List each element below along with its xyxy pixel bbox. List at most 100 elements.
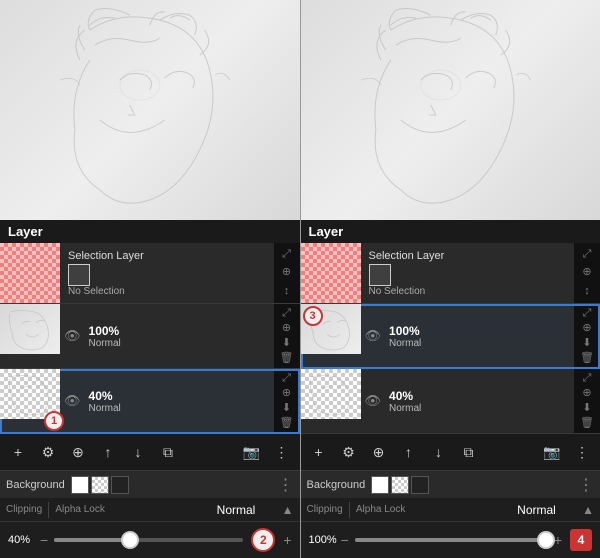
left-slider-fill [54,538,130,542]
badge-2-circle: 2 [251,528,275,552]
left-layer2-info: 100% Normal [85,304,274,368]
left-bg-row: Background ⋮ [0,470,300,498]
right-sel-right-icons: ⤢ ⊕ ↕ [574,243,600,303]
eye-icon-layer1: 👁 [64,393,81,409]
right-blend-arrow[interactable]: ▲ [582,503,594,517]
right-flip-icon: ↕ [584,284,590,299]
more-bg-icon[interactable]: ⋮ [278,475,294,495]
right-canvas [301,0,600,220]
trash1-icon: 🗑 [280,416,294,431]
right-selection-sub: No Selection [369,286,567,297]
left-layer-title: Layer [8,224,43,239]
right-transform1-icon: ⊕ [582,386,591,401]
right-alpha-label[interactable]: Alpha Lock [356,504,406,515]
right-layer-title: Layer [309,224,344,239]
minus-btn-right[interactable]: − [341,532,349,548]
right-layer-header: Layer [301,220,600,243]
move-icon: ⤢ [282,247,291,262]
selection-box [68,264,90,286]
minus-btn-left[interactable]: − [40,532,48,548]
right-trash1-icon: 🗑 [580,416,594,431]
right-down2-icon: ⬇ [582,336,591,351]
left-layer2[interactable]: 👁 100% Normal ⤢ ⊕ ⬇ 🗑 [0,304,300,369]
right-move-icon: ⤢ [583,247,592,262]
left-clipping-label[interactable]: Clipping [6,504,42,515]
left-blend-arrow[interactable]: ▲ [282,503,294,517]
badge-4-square: 4 [570,529,592,551]
bg-black [111,476,129,494]
left-selection-layer[interactable]: Selection Layer No Selection ⤢ ⊕ ↕ [0,243,300,304]
trash2-icon: 🗑 [280,351,294,366]
right-layer1-opacity: 40% [389,389,570,403]
right-layer-list: Selection Layer No Selection ⤢ ⊕ ↕ 3 [301,243,600,434]
right-layer2-opacity: 100% [389,324,570,338]
left-opacity-slider[interactable] [54,538,243,542]
right-merge-btn[interactable]: ⊕ [365,438,393,466]
bg-transparent [91,476,109,494]
badge-1: 1 [44,411,64,431]
left-bg-thumbs [71,476,129,494]
right-layer1-eye[interactable]: 👁 [361,369,386,433]
left-layer1[interactable]: 1 👁 40% Normal ⤢ ⊕ ⬇ 🗑 [0,369,300,434]
left-selection-sub: No Selection [68,286,266,297]
right-selection-thumb [301,243,361,303]
left-sel-right-icons: ⤢ ⊕ ↕ [274,243,300,303]
right-opacity-slider[interactable] [355,538,546,542]
move-up-btn[interactable]: ↑ [94,438,122,466]
right-move-down-btn[interactable]: ↓ [425,438,453,466]
right-transform2-icon: ⊕ [582,321,591,336]
left-layer-toolbar: + ⚙ ⊕ ↑ ↓ ⧉ 📷 ⋮ [0,434,300,470]
right-clipping-label[interactable]: Clipping [307,504,343,515]
right-add-layer-btn[interactable]: + [305,438,333,466]
left-canvas [0,0,300,220]
merge-btn[interactable]: ⊕ [64,438,92,466]
selection-thumb [0,243,60,303]
right-selection-layer[interactable]: Selection Layer No Selection ⤢ ⊕ ↕ [301,243,600,304]
left-bg-label: Background [6,479,65,491]
right-layer2-eye[interactable]: 👁 [361,304,386,368]
bg-white [71,476,89,494]
left-layer1-blend: Normal [89,403,270,414]
left-layer-panel: Layer Selection Layer No Selection ⤢ ⊕ ↕ [0,220,300,498]
right-bottom-bar: Clipping Alpha Lock Normal ▲ 100% − + 4 [301,498,600,558]
right-panel: Layer Selection Layer No Selection ⤢ ⊕ ↕ [301,0,600,558]
right-layer2[interactable]: 3 👁 100% Normal [301,304,600,369]
right-opacity-pct: 100% [309,534,337,546]
photo-btn[interactable]: 📷 [238,438,266,466]
right-settings-btn[interactable]: ⚙ [335,438,363,466]
right-bottom-top: Clipping Alpha Lock Normal ▲ [301,498,600,522]
left-alpha-label[interactable]: Alpha Lock [55,504,105,515]
move-down-btn[interactable]: ↓ [124,438,152,466]
transform-icon: ⊕ [282,265,291,280]
left-layer2-thumb [0,304,60,354]
left-layer2-eye[interactable]: 👁 [60,304,85,368]
right-copy-btn[interactable]: ⧉ [455,438,483,466]
copy-btn[interactable]: ⧉ [154,438,182,466]
more-btn[interactable]: ⋮ [268,438,296,466]
right-layer1[interactable]: 👁 40% Normal ⤢ ⊕ ⬇ 🗑 [301,369,600,434]
right-selection-name: Selection Layer [369,250,567,262]
add-layer-btn[interactable]: + [4,438,32,466]
left-layer2-right-icons: ⤢ ⊕ ⬇ 🗑 [274,304,300,368]
right-blend-mode[interactable]: Normal [497,503,576,517]
left-selection-name: Selection Layer [68,250,266,262]
right-selection-box [369,264,391,286]
right-layer2-info: 100% Normal [385,304,574,368]
eye-icon-layer2: 👁 [64,328,81,344]
left-layer1-right-icons: ⤢ ⊕ ⬇ 🗑 [274,369,300,433]
right-more-bg-icon[interactable]: ⋮ [578,475,594,495]
right-selection-info: Selection Layer No Selection [361,243,575,303]
right-photo-btn[interactable]: 📷 [538,438,566,466]
right-divider1 [349,502,350,518]
down2-icon: ⬇ [282,336,291,351]
down1-icon: ⬇ [282,401,291,416]
plus-btn-right[interactable]: + [554,532,562,548]
right-more-btn[interactable]: ⋮ [568,438,596,466]
left-blend-mode[interactable]: Normal [196,503,275,517]
left-layer-list: Selection Layer No Selection ⤢ ⊕ ↕ [0,243,300,434]
left-opacity-pct: 40% [8,534,36,546]
right-move2-icon: ⤢ [583,306,592,321]
settings-btn[interactable]: ⚙ [34,438,62,466]
plus-btn-left[interactable]: + [283,532,291,548]
right-move-up-btn[interactable]: ↑ [395,438,423,466]
